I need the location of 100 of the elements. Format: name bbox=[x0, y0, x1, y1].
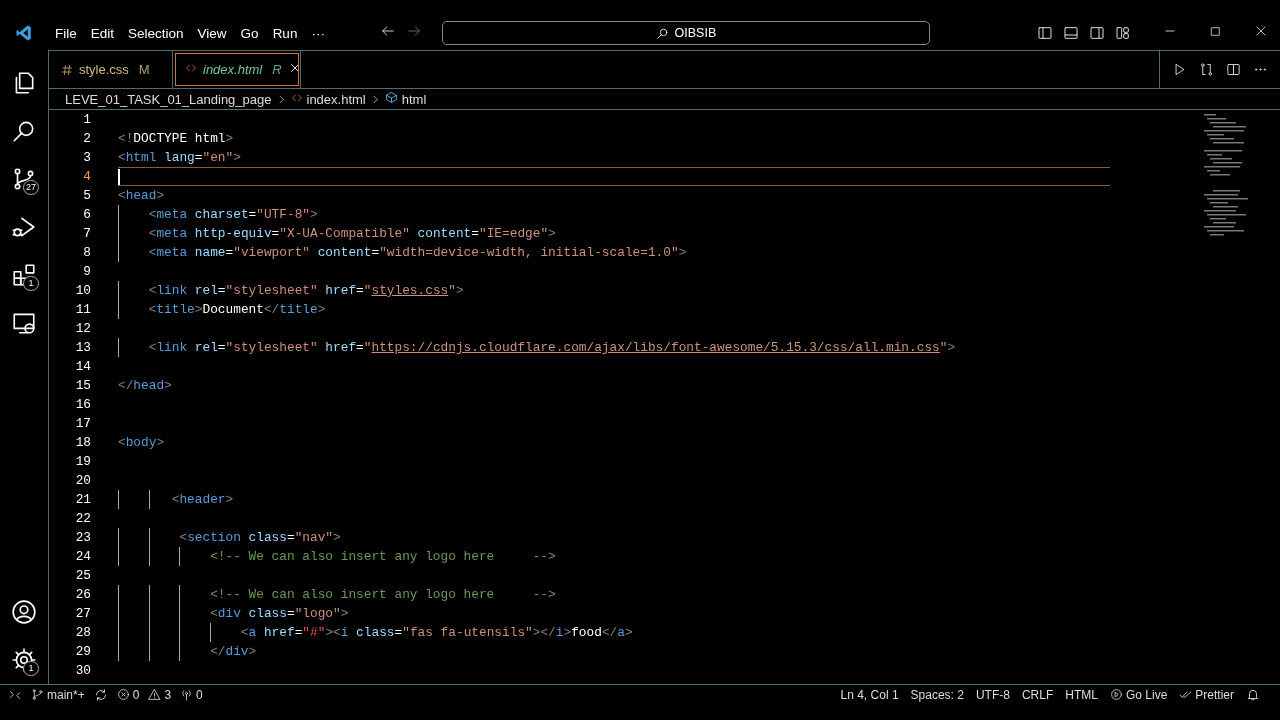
branch-icon bbox=[31, 688, 44, 701]
code-line: <header> bbox=[170, 492, 234, 507]
extensions-icon[interactable] bbox=[11, 262, 37, 288]
warning-icon bbox=[148, 688, 162, 701]
code-line: <!DOCTYPE html> bbox=[118, 131, 234, 146]
status-item[interactable]: UTF-8 bbox=[975, 687, 1010, 702]
line-number: 13 bbox=[74, 340, 91, 355]
line-number: 2 bbox=[82, 131, 91, 146]
line-number: 25 bbox=[74, 568, 91, 583]
broadcast-icon bbox=[1109, 688, 1123, 701]
code-line: </div> bbox=[209, 644, 257, 659]
line-number: 11 bbox=[74, 302, 91, 317]
line-number: 22 bbox=[74, 511, 91, 526]
line-number: 28 bbox=[74, 625, 91, 640]
account-icon[interactable] bbox=[11, 599, 37, 625]
breadcrumb[interactable]: LEVE_01_TASK_01_Landing_page bbox=[65, 91, 272, 107]
code-line: <head> bbox=[118, 188, 165, 203]
code-line: <meta charset="UTF-8"> bbox=[147, 207, 318, 222]
code-line: <link rel="stylesheet" href="https://cdnjs.cloudflare.com/ajax/libs/font-awesome/5.15.3/css/all.min.css"> bbox=[147, 340, 956, 355]
code-line: <meta name="viewport" content="width=device-width, initial-scale=1.0"> bbox=[147, 245, 687, 260]
menu-item[interactable]: View bbox=[190, 22, 234, 44]
search-field[interactable]: OIBSIB bbox=[441, 21, 930, 45]
status-item[interactable]: Spaces: 2 bbox=[910, 687, 964, 702]
cube-icon bbox=[384, 91, 398, 104]
line-number: 18 bbox=[74, 435, 91, 450]
line-number: 14 bbox=[74, 359, 91, 374]
code-line: <meta http-equiv="X-UA-Compatible" content="IE=edge"> bbox=[147, 226, 556, 241]
menu-item[interactable]: Selection bbox=[121, 22, 191, 44]
editor-tab[interactable]: index.html R bbox=[173, 51, 301, 88]
toggle-secondary-sidebar-icon[interactable] bbox=[1089, 25, 1105, 41]
code-brackets-icon bbox=[290, 91, 303, 104]
close-icon[interactable] bbox=[1254, 24, 1268, 38]
line-number: 9 bbox=[82, 264, 91, 279]
breadcrumb[interactable]: index.html bbox=[290, 91, 366, 107]
line-number: 15 bbox=[74, 378, 91, 393]
line-number: 16 bbox=[74, 397, 91, 412]
count-badge: 27 bbox=[23, 180, 39, 195]
code-brackets-icon bbox=[185, 62, 197, 74]
line-number: 24 bbox=[74, 549, 91, 564]
bell-icon[interactable] bbox=[1246, 687, 1260, 702]
menu-item[interactable]: File bbox=[48, 22, 84, 44]
code-line: <html lang="en"> bbox=[118, 150, 241, 165]
menu-item[interactable]: Edit bbox=[83, 22, 122, 44]
menu-item[interactable]: Run bbox=[265, 22, 305, 44]
sync-icon[interactable] bbox=[93, 687, 108, 702]
line-number: 30 bbox=[74, 663, 91, 678]
search-icon bbox=[655, 26, 669, 40]
line-number: 3 bbox=[82, 150, 91, 165]
line-number: 26 bbox=[74, 587, 91, 602]
line-number: 12 bbox=[74, 321, 91, 336]
line-number: 5 bbox=[82, 188, 91, 203]
hash-icon bbox=[61, 63, 73, 76]
status-item[interactable]: main*+ bbox=[31, 687, 85, 702]
line-number: 23 bbox=[74, 530, 91, 545]
line-number: 1 bbox=[82, 112, 91, 127]
status-item[interactable]: Prettier bbox=[1179, 687, 1234, 702]
line-number: 8 bbox=[82, 245, 91, 260]
editor-tab[interactable]: style.css M bbox=[49, 51, 173, 88]
breadcrumb[interactable]: html bbox=[384, 91, 427, 107]
back-arrow-icon[interactable] bbox=[379, 23, 396, 39]
status-item[interactable]: Ln 4, Col 1 bbox=[840, 687, 899, 702]
line-number: 21 bbox=[74, 492, 91, 507]
code-line: <body> bbox=[118, 435, 165, 450]
line-number: 6 bbox=[82, 207, 91, 222]
line-number: 17 bbox=[74, 416, 91, 431]
status-item[interactable]: 0 bbox=[180, 687, 203, 702]
code-line: <section class="nav"> bbox=[178, 530, 341, 545]
layout-icon[interactable] bbox=[1115, 25, 1131, 41]
code-line: <a href="#"><i class="fas fa-utensils"></i>food</a> bbox=[239, 625, 633, 640]
double-check-icon bbox=[1179, 688, 1193, 701]
code-line: <link rel="stylesheet" href="styles.css"> bbox=[147, 283, 464, 298]
toggle-panel-icon[interactable] bbox=[1063, 25, 1079, 41]
line-number: 27 bbox=[74, 606, 91, 621]
toggle-sidebar-icon[interactable] bbox=[1037, 25, 1053, 41]
code-line: <div class="logo"> bbox=[209, 606, 349, 621]
app-logo-icon bbox=[15, 24, 33, 42]
split-editor-icon[interactable] bbox=[1226, 62, 1241, 77]
count-badge: 1 bbox=[23, 661, 39, 676]
code-line: <!-- We can also insert any logo here --> bbox=[209, 549, 556, 564]
status-item[interactable]: HTML bbox=[1065, 687, 1098, 702]
count-badge: 1 bbox=[23, 276, 39, 291]
menu-item[interactable]: ··· bbox=[304, 22, 332, 44]
error-icon bbox=[116, 688, 130, 701]
line-number: 10 bbox=[74, 283, 91, 298]
status-item[interactable]: Go Live bbox=[1109, 687, 1168, 702]
status-item[interactable]: 3 bbox=[148, 687, 172, 702]
line-number: 4 bbox=[82, 169, 91, 184]
status-item[interactable]: CRLF bbox=[1021, 687, 1054, 702]
code-line: <title>Document</title> bbox=[147, 302, 326, 317]
line-number: 20 bbox=[74, 473, 91, 488]
text-cursor bbox=[118, 168, 120, 185]
antenna-icon bbox=[180, 688, 194, 701]
menu-item[interactable]: Go bbox=[233, 22, 266, 44]
code-line: <!-- We can also insert any logo here --> bbox=[209, 587, 556, 602]
compare-changes-icon[interactable] bbox=[1199, 62, 1214, 77]
status-item[interactable]: 0 bbox=[116, 687, 140, 702]
line-number: 7 bbox=[82, 226, 91, 241]
maximize-icon[interactable] bbox=[1209, 25, 1222, 38]
line-number: 29 bbox=[74, 644, 91, 659]
code-line: </head> bbox=[118, 378, 172, 393]
